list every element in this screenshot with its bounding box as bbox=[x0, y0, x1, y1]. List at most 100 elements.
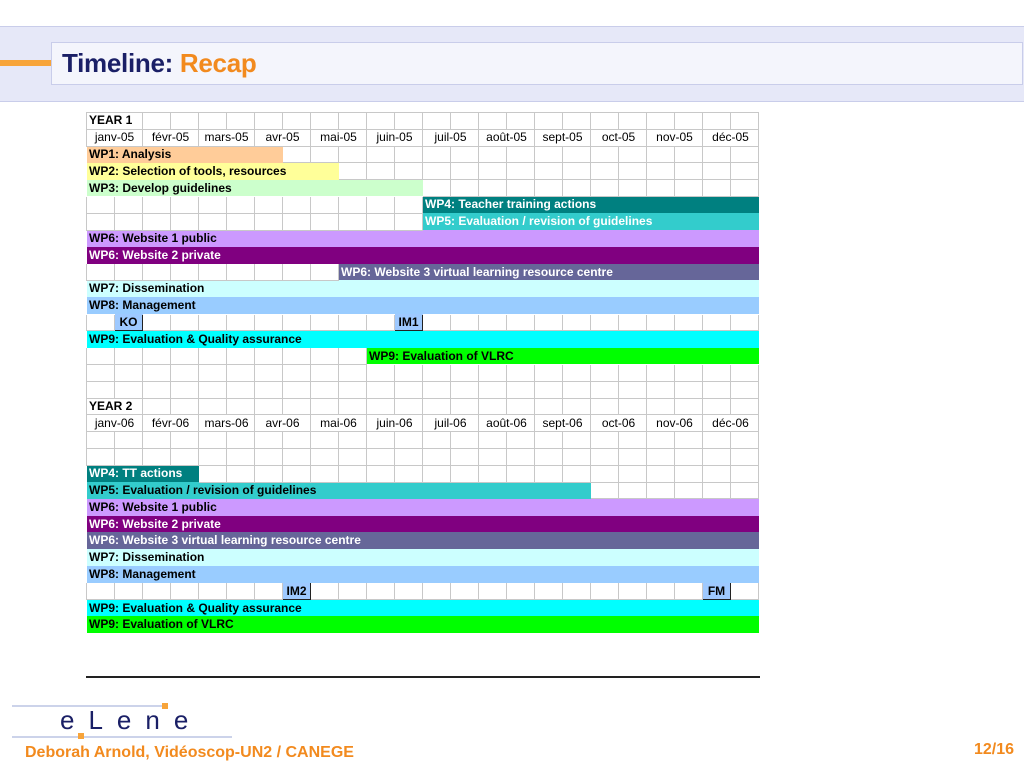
grid-cell bbox=[562, 447, 591, 466]
grid-cell bbox=[142, 582, 171, 601]
grid-cell bbox=[170, 112, 199, 130]
grid-cell bbox=[422, 464, 451, 483]
month-header: avr-06 bbox=[254, 414, 311, 433]
grid-cell bbox=[562, 145, 591, 164]
timeline-row: KO IM1 bbox=[86, 313, 759, 332]
grid-cell bbox=[338, 464, 367, 483]
grid-cell bbox=[226, 464, 255, 483]
grid-cell bbox=[86, 195, 115, 214]
timeline-row: WP6: Website 3 virtual learning resource… bbox=[86, 532, 759, 550]
grid-cell bbox=[730, 481, 759, 500]
grid-cell bbox=[338, 162, 367, 181]
grid-cell bbox=[198, 195, 227, 214]
grid-cell bbox=[226, 347, 255, 365]
grid-cell bbox=[590, 363, 619, 382]
grid-cell bbox=[590, 431, 619, 449]
grid-cell bbox=[478, 380, 507, 399]
milestone-marker: KO bbox=[114, 313, 143, 332]
grid-cell bbox=[170, 195, 199, 214]
grid-cell bbox=[366, 112, 395, 130]
month-header: sept-05 bbox=[534, 128, 591, 147]
grid-cell bbox=[226, 380, 255, 399]
grid-cell bbox=[338, 363, 367, 382]
grid-cell bbox=[702, 464, 731, 483]
month-header: nov-05 bbox=[646, 128, 703, 147]
grid-cell bbox=[702, 313, 731, 332]
work-package-bar: WP4: TT actions bbox=[86, 465, 199, 483]
grid-cell bbox=[646, 447, 675, 466]
grid-cell bbox=[366, 313, 395, 332]
milestone-marker: IM1 bbox=[394, 313, 423, 332]
grid-cell bbox=[282, 195, 311, 214]
grid-cell bbox=[702, 162, 731, 181]
grid-cell bbox=[86, 582, 115, 601]
grid-cell bbox=[450, 313, 479, 332]
grid-cell bbox=[562, 162, 591, 181]
grid-cell bbox=[646, 464, 675, 483]
grid-cell bbox=[478, 464, 507, 483]
grid-cell bbox=[618, 464, 647, 483]
grid-cell bbox=[646, 162, 675, 181]
timeline-row: WP8: Management bbox=[86, 297, 759, 315]
grid-cell bbox=[478, 179, 507, 197]
grid-cell bbox=[618, 431, 647, 449]
grid-cell bbox=[646, 397, 675, 416]
grid-cell bbox=[730, 397, 759, 416]
grid-cell bbox=[394, 195, 423, 214]
grid-cell bbox=[674, 313, 703, 332]
timeline-grid: YEAR 1 janv-05 févr-05 mars-05 avr-05 mai-05 j… bbox=[86, 112, 759, 634]
work-package-bar: WP6: Website 1 public bbox=[86, 498, 759, 516]
grid-cell bbox=[562, 397, 591, 416]
grid-cell bbox=[506, 363, 535, 382]
grid-cell bbox=[730, 431, 759, 449]
grid-cell bbox=[506, 162, 535, 181]
grid-cell bbox=[562, 464, 591, 483]
month-header: mars-05 bbox=[198, 128, 255, 147]
grid-cell bbox=[730, 179, 759, 197]
timeline-row: WP7: Dissemination bbox=[86, 549, 759, 567]
grid-cell bbox=[506, 179, 535, 197]
grid-cell bbox=[310, 212, 339, 231]
grid-cell bbox=[310, 431, 339, 449]
grid-cell bbox=[674, 397, 703, 416]
grid-cell bbox=[338, 447, 367, 466]
timeline-row: WP5: Evaluation / revision of guidelines bbox=[86, 212, 759, 231]
grid-cell bbox=[282, 145, 311, 164]
work-package-bar: WP7: Dissemination bbox=[86, 549, 759, 567]
grid-cell bbox=[366, 380, 395, 399]
work-package-bar: WP6: Website 3 virtual learning resource… bbox=[338, 263, 759, 281]
grid-cell bbox=[226, 263, 255, 281]
grid-cell bbox=[674, 481, 703, 500]
grid-cell bbox=[198, 380, 227, 399]
grid-cell bbox=[226, 313, 255, 332]
grid-cell bbox=[450, 145, 479, 164]
grid-cell bbox=[646, 363, 675, 382]
grid-cell bbox=[450, 397, 479, 416]
grid-cell bbox=[534, 447, 563, 466]
grid-cell bbox=[114, 347, 143, 365]
grid-cell bbox=[86, 363, 115, 382]
grid-cell bbox=[674, 162, 703, 181]
elene-logo-graphic: eLene bbox=[12, 703, 232, 739]
grid-cell bbox=[450, 447, 479, 466]
month-header: août-06 bbox=[478, 414, 535, 433]
grid-cell bbox=[170, 363, 199, 382]
grid-cell bbox=[422, 179, 451, 197]
grid-cell bbox=[254, 380, 283, 399]
grid-cell bbox=[590, 313, 619, 332]
grid-cell bbox=[730, 464, 759, 483]
grid-cell bbox=[618, 582, 647, 601]
work-package-bar: WP1: Analysis bbox=[86, 146, 283, 163]
grid-cell bbox=[674, 464, 703, 483]
grid-cell bbox=[702, 179, 731, 197]
timeline-row bbox=[86, 380, 759, 399]
grid-cell bbox=[366, 397, 395, 416]
month-header: nov-06 bbox=[646, 414, 703, 433]
timeline-row bbox=[86, 447, 759, 466]
grid-cell bbox=[562, 179, 591, 197]
grid-cell bbox=[338, 380, 367, 399]
grid-cell bbox=[170, 582, 199, 601]
grid-cell bbox=[534, 313, 563, 332]
grid-cell bbox=[254, 397, 283, 416]
month-header: mai-05 bbox=[310, 128, 367, 147]
